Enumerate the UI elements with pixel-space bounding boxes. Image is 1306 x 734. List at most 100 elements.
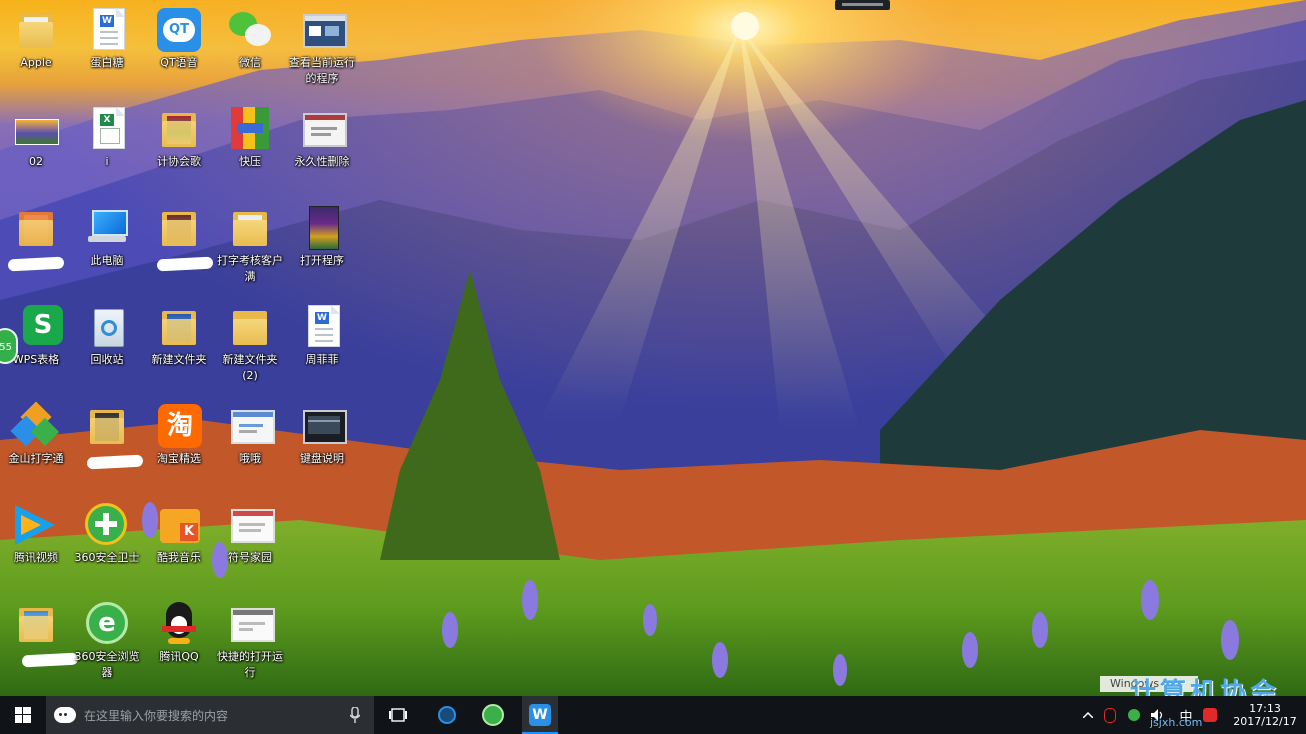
desktop-icon-wechat[interactable]: 微信 [214,2,286,71]
icon-label: 360安全卫士 [74,551,140,564]
icon-label: QT语音 [160,56,198,69]
icon-label: 酷我音乐 [157,551,201,564]
icon-label: 符号家园 [228,551,272,564]
desktop-icon-kuwo-music[interactable]: K 酷我音乐 [143,497,215,566]
qq-penguin-icon [162,602,196,644]
taskbar-app-wps[interactable]: W [522,696,558,734]
desktop-icon-symbol-home[interactable]: 符号家园 [214,497,286,566]
desktop-icon-this-pc[interactable]: 此电脑 [71,200,143,269]
desktop-icon-i[interactable]: X i [71,101,143,170]
desktop-icon-running-programs[interactable]: 查看当前运行的程序 [286,2,358,87]
folder-icon [19,14,53,48]
desktop-icon-02[interactable]: 02 [0,101,72,170]
image-thumbnail-icon [15,119,59,145]
qt-voice-icon: QT [157,8,201,52]
icon-label: 查看当前运行的程序 [289,56,355,85]
screenshot-thumbnail-icon [303,410,347,444]
tray-overflow-chevron[interactable] [1080,696,1096,734]
taskbar: 在这里输入你要搜索的内容 W 中 17:13 2017/12/17 jsjxh.… [0,696,1306,734]
icon-label: 快捷的打开运行 [217,650,283,679]
screenshot-thumbnail-icon [303,14,347,48]
sogou-ime-icon [1203,708,1217,722]
floating-speed-badge[interactable]: 55 [0,328,18,364]
icon-label: 回收站 [90,353,124,366]
desktop-icon-oo[interactable]: 哦哦 [214,398,286,467]
recycle-bin-icon [94,309,124,347]
desktop-icon-permanent-delete[interactable]: 永久性删除 [286,101,358,170]
icon-label: 02 [29,155,43,168]
360-browser-icon: e [86,602,128,644]
tray-sogou[interactable] [1200,696,1220,734]
word-document-icon: W [308,305,340,347]
desktop-icon-keyboard-guide[interactable]: 键盘说明 [286,398,358,467]
kugou-icon [438,706,456,724]
folder-icon [90,410,124,444]
search-box[interactable]: 在这里输入你要搜索的内容 [46,696,374,734]
icon-label: 键盘说明 [300,452,344,465]
folder-icon [162,212,196,246]
desktop-icon-redacted-folder-3[interactable] [71,398,144,470]
desktop-icon-taobao[interactable]: 淘 淘宝精选 [143,398,215,467]
360-tray-icon [1128,709,1140,721]
folder-icon [19,608,53,642]
desktop-icon-recycle-bin[interactable]: 回收站 [71,299,143,368]
desktop-icon-new-folder-2[interactable]: 新建文件夹 (2) [214,299,286,384]
desktop-icon-zhoufeifei[interactable]: W 周菲菲 [286,299,358,368]
folder-icon [162,113,196,147]
screenshot-thumbnail-icon [231,509,275,543]
desktop-icon-open-program[interactable]: 打开程序 [286,200,358,269]
browser-360-icon [482,704,504,726]
desktop-icon-redacted-folder-1[interactable] [0,200,72,272]
folder-icon [162,311,196,345]
kuaiya-archive-icon [231,107,269,149]
desktop-icon-quick-run[interactable]: 快捷的打开运行 [214,596,286,681]
icon-label: 永久性删除 [294,155,350,168]
icon-label: 腾讯QQ [159,650,199,663]
wps-icon: W [529,704,551,726]
icon-label: 腾讯视频 [14,551,58,564]
taobao-icon: 淘 [158,404,202,448]
start-button[interactable] [0,696,46,734]
icon-label: 360安全浏览器 [74,650,140,679]
microphone-icon[interactable] [350,707,360,723]
tray-360[interactable] [1124,696,1144,734]
icon-label: 蛋白糖 [90,56,124,69]
icon-label: 快压 [239,155,261,168]
desktop-icon-kuaiya[interactable]: 快压 [214,101,286,170]
desktop-icon-tencent-video[interactable]: 腾讯视频 [0,497,72,566]
icon-label: 打字考核客户满 [217,254,283,283]
wps-spreadsheet-icon: S [23,305,63,345]
icon-label: 新建文件夹 [151,353,207,366]
icon-label: 新建文件夹 (2) [222,353,278,382]
desktop-icon-redacted-folder-4[interactable] [0,596,79,668]
icon-label: 哦哦 [239,452,261,465]
cortana-icon [54,707,76,723]
clock-time: 17:13 [1249,702,1281,715]
icon-label: 金山打字通 [8,452,64,465]
icon-label: 淘宝精选 [157,452,201,465]
desktop-icon-qt-voice[interactable]: QT QT语音 [143,2,215,71]
excel-document-icon: X [93,107,125,149]
desktop-icon-360-browser[interactable]: e 360安全浏览器 [71,596,143,681]
watermark-url: jsjxh.com [1150,716,1203,729]
folder-icon [233,311,267,345]
tray-clock[interactable]: 17:13 2017/12/17 [1226,696,1304,734]
icon-label: 此电脑 [90,254,124,267]
screenshot-thumbnail-icon [303,113,347,147]
desktop-icon-tencent-qq[interactable]: 腾讯QQ [143,596,215,665]
desktop-icon-typing-test[interactable]: 打字考核客户满 [214,200,286,285]
desktop-icon-club-song[interactable]: 计协会歌 [143,101,215,170]
taskbar-app-360-browser[interactable] [476,696,510,734]
taskbar-app-kugou[interactable] [430,696,464,734]
desktop-icon-typing-tutor[interactable]: 金山打字通 [0,398,72,467]
search-placeholder: 在这里输入你要搜索的内容 [84,708,229,723]
desktop-icon-360-security[interactable]: 360安全卫士 [71,497,143,566]
desktop-icon-apple[interactable]: Apple [0,2,72,71]
desktop-icon-danbaitang[interactable]: W 蛋白糖 [71,2,143,71]
computer-icon [88,210,128,244]
360-security-icon [85,503,127,545]
desktop-icon-redacted-folder-2[interactable] [143,200,215,272]
tray-qq[interactable] [1100,696,1120,734]
task-view-button[interactable] [380,696,416,734]
desktop-icon-new-folder[interactable]: 新建文件夹 [143,299,215,368]
